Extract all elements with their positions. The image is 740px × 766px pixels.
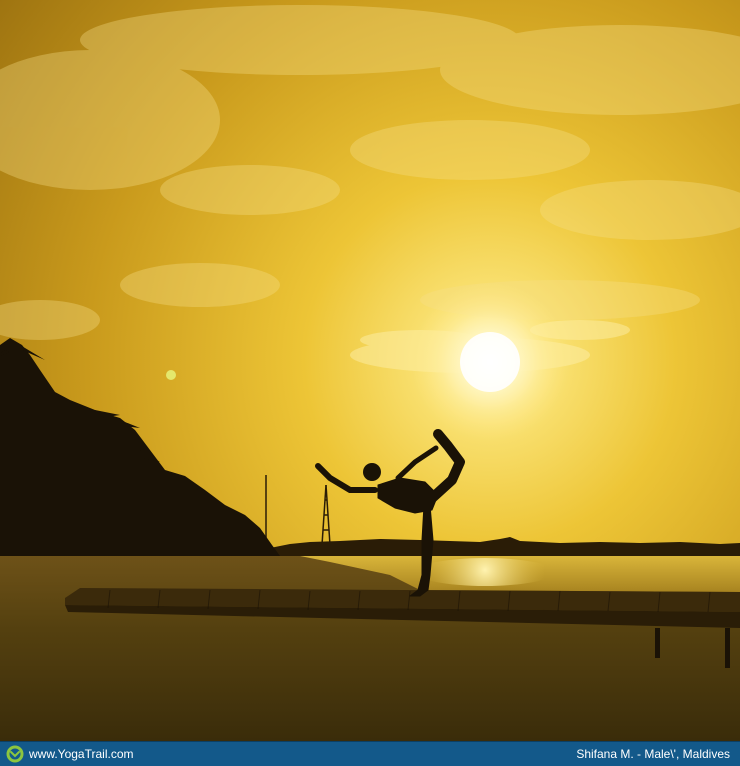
sun-reflection [415, 558, 555, 586]
photo-credit: Shifana M. - Male\', Maldives [576, 747, 730, 761]
yoga-sunset-photo [0, 0, 740, 741]
photo-footer: www.YogaTrail.com Shifana M. - Male\', M… [0, 741, 740, 766]
yogatrail-logo-icon [6, 745, 24, 763]
footer-left: www.YogaTrail.com [6, 745, 133, 763]
photo-frame: www.YogaTrail.com Shifana M. - Male\', M… [0, 0, 740, 766]
lens-flare [166, 370, 176, 380]
site-link[interactable]: www.YogaTrail.com [29, 747, 133, 761]
